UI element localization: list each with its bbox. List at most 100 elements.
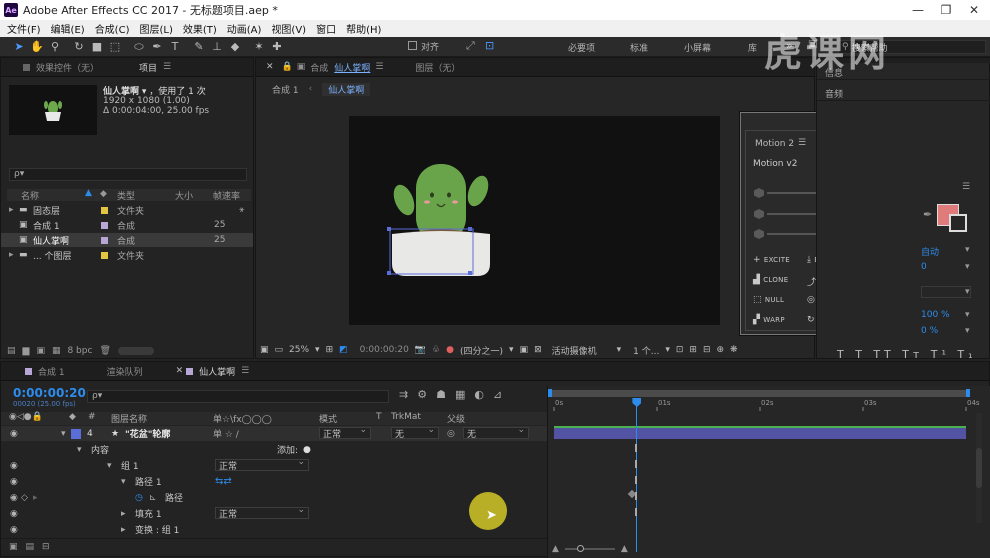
rotate-tool-icon[interactable]: ↻ bbox=[70, 40, 88, 53]
timeline-scrollbar[interactable] bbox=[976, 448, 982, 488]
thumbnail-zoom-slider[interactable] bbox=[117, 347, 154, 355]
toggle-pixel-aspect-icon[interactable]: ⊡ bbox=[676, 345, 684, 355]
layer-visibility-icon[interactable]: ◉ bbox=[10, 429, 18, 439]
always-preview-icon[interactable]: ▣ bbox=[260, 345, 269, 355]
zoom-out-icon[interactable]: ▲ bbox=[552, 544, 559, 554]
sort-ascending-icon[interactable]: ▲ bbox=[85, 188, 92, 198]
eraser-tool-icon[interactable]: ◆ bbox=[226, 40, 244, 53]
stroke-style-arrow-icon[interactable]: ▾ bbox=[965, 287, 970, 297]
property-expand-icon[interactable]: ▾ bbox=[77, 445, 82, 455]
workspace-essentials[interactable]: 必要项 bbox=[568, 41, 595, 54]
composition-canvas[interactable] bbox=[349, 116, 720, 325]
column-trkmat[interactable]: TrkMat bbox=[391, 412, 421, 422]
selection-tool-icon[interactable]: ➤ bbox=[10, 40, 28, 53]
snap-grid-icon[interactable]: ⊡ bbox=[485, 39, 494, 52]
stroke-color-swatch[interactable] bbox=[949, 214, 967, 232]
menu-composition[interactable]: 合成(C) bbox=[95, 21, 130, 36]
close-comp-tab-icon[interactable]: ✕ bbox=[260, 62, 280, 72]
draft-3d-icon[interactable]: ⚙ bbox=[417, 388, 427, 401]
layer-label-color[interactable] bbox=[71, 428, 81, 439]
new-comp-icon[interactable]: ▣ bbox=[36, 346, 45, 356]
motion-excite-button[interactable]: + EXCITE bbox=[753, 255, 790, 265]
graph-editor-icon[interactable]: ⊿ bbox=[493, 388, 502, 401]
menu-animation[interactable]: 动画(A) bbox=[227, 21, 262, 36]
panel-menu-icon[interactable]: ☰ bbox=[163, 62, 171, 72]
project-search-input[interactable]: ρ▾ bbox=[9, 168, 247, 181]
timeline-search-input[interactable]: ρ▾ bbox=[87, 390, 389, 403]
project-item-row[interactable]: ▣ 合成 1 合成 25 bbox=[1, 218, 253, 232]
column-mode[interactable]: 模式 bbox=[319, 412, 337, 425]
zoom-tool-icon[interactable]: ⚲ bbox=[46, 40, 64, 53]
property-row[interactable]: ◉ ▾ 组 1 正常 bbox=[1, 457, 547, 473]
reset-exposure-icon[interactable]: ❋ bbox=[730, 345, 738, 355]
blend-mode-dropdown[interactable]: 正常 bbox=[215, 505, 309, 520]
layer-name[interactable]: "花盆"轮廓 bbox=[125, 427, 170, 440]
add-property-icon[interactable]: ● bbox=[303, 445, 311, 455]
maximize-button[interactable]: ❐ bbox=[932, 0, 960, 20]
minimize-button[interactable]: — bbox=[904, 0, 932, 20]
flowchart-icon[interactable]: ⊕ bbox=[717, 345, 725, 355]
ellipse-tool-icon[interactable]: ⬭ bbox=[130, 40, 148, 54]
timeline-toggle-icon[interactable]: ⊟ bbox=[703, 345, 711, 355]
tsume-value[interactable]: 0 % bbox=[921, 326, 938, 336]
workspace-libraries[interactable]: 库 bbox=[748, 41, 757, 54]
work-area-bar[interactable] bbox=[550, 390, 968, 397]
align-checkbox[interactable] bbox=[408, 41, 417, 50]
comp-lock-icon[interactable]: 🔒 bbox=[280, 62, 295, 72]
graph-icon[interactable]: ⊾ bbox=[149, 493, 157, 503]
menu-window[interactable]: 窗口 bbox=[316, 21, 336, 36]
column-fps[interactable]: 帧速率 bbox=[213, 189, 240, 202]
layer-parent-dropdown[interactable]: 无 bbox=[463, 425, 529, 440]
toggle-switches-icon[interactable]: ▣ bbox=[9, 542, 18, 552]
eyedropper-icon[interactable]: ✒ bbox=[923, 208, 932, 221]
tracking-value[interactable]: 0 bbox=[921, 262, 927, 272]
flowchart-node-icon[interactable]: ⚹ bbox=[239, 205, 244, 215]
label-color-swatch[interactable] bbox=[101, 207, 108, 214]
show-snapshot-icon[interactable]: ♧ bbox=[432, 345, 440, 355]
brush-tool-icon[interactable]: ✎ bbox=[190, 40, 208, 53]
add-keyframe-icon[interactable]: ◇ bbox=[21, 493, 28, 503]
comp-mini-flowchart-icon[interactable]: ⇉ bbox=[399, 388, 408, 401]
zoom-in-icon[interactable]: ▲ bbox=[621, 544, 628, 554]
camera-tool-icon[interactable]: ■ bbox=[88, 40, 106, 53]
project-settings-icon[interactable]: ▦ bbox=[52, 346, 61, 356]
character-menu-icon[interactable]: ☰ bbox=[962, 182, 970, 192]
pan-behind-tool-icon[interactable]: ⬚ bbox=[106, 40, 124, 53]
timeline-timecode[interactable]: 0:00:00:20 bbox=[13, 386, 86, 400]
fast-previews-icon[interactable]: ⊞ bbox=[689, 345, 697, 355]
label-column-icon[interactable]: ◆ bbox=[100, 189, 107, 199]
stopwatch-icon[interactable]: ◷ bbox=[135, 493, 143, 503]
slider2-track[interactable] bbox=[767, 213, 819, 215]
slider3-track[interactable] bbox=[767, 233, 819, 235]
text-style-buttons-icon[interactable]: T T TT Tт T¹ T₁ bbox=[837, 348, 977, 361]
property-row[interactable]: ◉ ▾ 路径 1 ⇆⇄ bbox=[1, 474, 547, 489]
slider1-track[interactable] bbox=[767, 192, 819, 194]
clone-stamp-tool-icon[interactable]: ⊥ bbox=[208, 40, 226, 53]
menu-layer[interactable]: 图层(L) bbox=[139, 21, 172, 36]
tsume-arrow-icon[interactable]: ▾ bbox=[965, 326, 970, 336]
views-dropdown[interactable]: 1 个... bbox=[633, 344, 659, 357]
workspace-standard[interactable]: 标准 bbox=[630, 41, 648, 54]
project-item-row[interactable]: ▸ ▬ ... 个图层 文件夹 bbox=[1, 248, 253, 262]
bpc-label[interactable]: 8 bpc bbox=[67, 346, 92, 356]
expand-arrow-icon[interactable]: ▸ bbox=[9, 205, 14, 215]
property-expand-icon[interactable]: ▸ bbox=[121, 525, 126, 535]
project-item-row[interactable]: ▸ ▬ 固态层 文件夹 ⚹ bbox=[1, 203, 253, 217]
menu-help[interactable]: 帮助(H) bbox=[346, 21, 381, 36]
transparency-grid-icon[interactable]: ⊠ bbox=[534, 345, 542, 355]
layer-expand-icon[interactable]: ▾ bbox=[61, 429, 66, 439]
property-row[interactable]: ◉ ▸ 变换 : 组 1 bbox=[1, 522, 547, 537]
text-tool-icon[interactable]: T bbox=[166, 40, 184, 53]
delete-icon[interactable]: 🗑 bbox=[99, 346, 110, 356]
timeline-graph[interactable]: 0s 01s 02s 03s 04s ▲ ▲ bbox=[547, 386, 990, 558]
blend-mode-dropdown[interactable]: 正常 bbox=[215, 457, 309, 472]
time-zoom-slider[interactable] bbox=[564, 545, 615, 552]
column-parent[interactable]: 父级 bbox=[447, 412, 465, 425]
layer-row[interactable]: ◉ ▾ 4 ★ "花盆"轮廓 单 ☆ / 正常 无 ◎ 无 bbox=[1, 425, 547, 441]
layer-switches-icon[interactable]: 单 ☆ / bbox=[213, 427, 239, 440]
comp-tab-name[interactable]: 仙人掌啊 bbox=[331, 61, 373, 74]
parent-pickwhip-icon[interactable]: ◎ bbox=[447, 429, 455, 439]
project-item-row[interactable]: ▣ 仙人掌啊 合成 25 bbox=[1, 233, 253, 247]
hand-tool-icon[interactable]: ✋ bbox=[28, 40, 46, 53]
motion-blur-icon[interactable]: ◐ bbox=[474, 388, 484, 401]
